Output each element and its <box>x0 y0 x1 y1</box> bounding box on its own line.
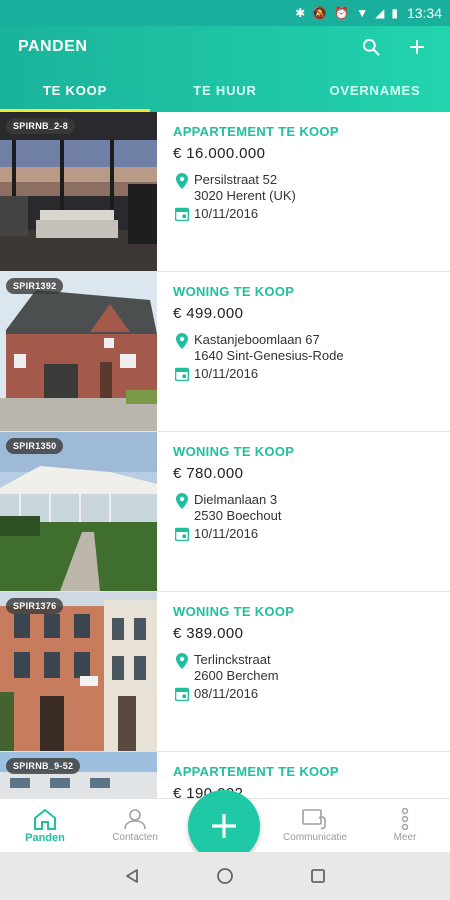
modern-villa-image <box>0 432 157 591</box>
brick-house-image <box>0 272 157 431</box>
town-house-image <box>0 592 157 751</box>
calendar-icon <box>173 526 191 541</box>
listing-photo: SPIR1376 <box>0 592 157 751</box>
search-icon <box>362 38 380 56</box>
listing-info: WONING TE KOOP € 389.000 Terlinckstraat 2… <box>157 592 450 751</box>
listing-date: 10/11/2016 <box>194 526 259 541</box>
back-icon <box>126 869 138 883</box>
listing-card[interactable]: SPIR1350 WONING TE KOOP € 780.000 Dielma… <box>0 432 450 592</box>
listing-code: SPIRNB_9-52 <box>6 758 81 774</box>
listing-date: 10/11/2016 <box>194 366 259 381</box>
tab-te-huur[interactable]: TE HUUR <box>150 68 300 112</box>
nav-label: Panden <box>25 831 65 844</box>
calendar-icon <box>173 366 191 381</box>
listing-photo: SPIR1392 <box>0 272 157 431</box>
tab-bar: TE KOOP TE HUUR OVERNAMES <box>0 68 450 112</box>
listing-info: APPARTEMENT TE KOOP € 16.000.000 Persils… <box>157 112 450 271</box>
tab-overnames[interactable]: OVERNAMES <box>300 68 450 112</box>
status-time: 13:34 <box>406 5 442 21</box>
page-title: PANDEN <box>18 38 88 55</box>
listing-code: SPIR1376 <box>6 598 64 614</box>
back-button[interactable] <box>124 868 140 884</box>
status-bar: ✱ 🔕 ⏰ ▼ ◢ ▮ 13:34 <box>0 0 450 26</box>
nav-label: Communicatie <box>283 832 347 843</box>
listing-type: WONING TE KOOP <box>173 284 295 299</box>
listing-code: SPIR1392 <box>6 278 64 294</box>
listing-type: WONING TE KOOP <box>173 444 295 459</box>
app-bar: PANDEN <box>0 26 450 68</box>
listing-info: WONING TE KOOP € 499.000 Kastanjeboomlaa… <box>157 272 450 431</box>
listing-code: SPIRNB_2-8 <box>6 118 76 134</box>
search-button[interactable] <box>356 32 386 62</box>
alarm-icon: ⏰ <box>334 6 350 20</box>
bluetooth-icon: ✱ <box>295 6 306 20</box>
home-circle-icon <box>217 868 233 884</box>
plus-icon <box>410 40 424 54</box>
listing-date: 10/11/2016 <box>194 206 259 221</box>
listing-date-row: 10/11/2016 <box>173 526 434 542</box>
communication-icon <box>302 809 326 830</box>
listing-price: € 389.000 <box>173 625 244 642</box>
listing-date-row: 08/11/2016 <box>173 686 434 702</box>
listing-price: € 780.000 <box>173 465 244 482</box>
listing-type: APPARTEMENT TE KOOP <box>173 764 339 779</box>
home-button[interactable] <box>216 867 234 885</box>
listing-date-row: 10/11/2016 <box>173 366 434 382</box>
calendar-icon <box>173 686 191 701</box>
listing-address: Terlinckstraat 2600 Berchem <box>173 652 434 684</box>
system-navigation <box>0 852 450 900</box>
listing-info: APPARTEMENT TE KOOP € 190.002 <box>157 752 450 798</box>
listing-photo: SPIRNB_2-8 <box>0 112 157 271</box>
listing-info: WONING TE KOOP € 780.000 Dielmanlaan 3 25… <box>157 432 450 591</box>
listing-photo: SPIR1350 <box>0 432 157 591</box>
listing-type: APPARTEMENT TE KOOP <box>173 124 339 139</box>
location-pin-icon <box>173 172 191 189</box>
listing-card[interactable]: SPIR1392 WONING TE KOOP € 499.000 Kastan… <box>0 272 450 432</box>
nav-panden[interactable]: Panden <box>0 799 90 852</box>
signal-icon: ◢ <box>375 6 385 20</box>
nav-communicatie[interactable]: Communicatie <box>270 799 360 852</box>
listing-price: € 16.000.000 <box>173 145 266 162</box>
listing-city: 3020 Herent (UK) <box>194 188 296 203</box>
listing-code: SPIR1350 <box>6 438 64 454</box>
nav-label: Meer <box>393 832 417 843</box>
listing-street: Dielmanlaan 3 <box>194 492 278 507</box>
living-room-image <box>0 112 157 271</box>
listing-card[interactable]: SPIR1376 WONING TE KOOP € 389.000 Terlin… <box>0 592 450 752</box>
add-icon <box>212 814 236 838</box>
mute-icon: 🔕 <box>312 6 328 20</box>
wifi-icon: ▼ <box>356 6 369 20</box>
listing-price: € 499.000 <box>173 305 244 322</box>
listing-address: Persilstraat 52 3020 Herent (UK) <box>173 172 434 204</box>
listing-address: Kastanjeboomlaan 67 1640 Sint-Genesius-Ro… <box>173 332 434 364</box>
listing-card[interactable]: SPIRNB_2-8 APPARTEMENT TE KOOP € 16.000.… <box>0 112 450 272</box>
listing-date: 08/11/2016 <box>194 686 259 701</box>
calendar-icon <box>173 206 191 221</box>
listing-city: 1640 Sint-Genesius-Rode <box>194 348 344 363</box>
listing-list[interactable]: SPIRNB_2-8 APPARTEMENT TE KOOP € 16.000.… <box>0 112 450 798</box>
listing-city: 2600 Berchem <box>194 668 279 683</box>
nav-meer[interactable]: Meer <box>360 799 450 852</box>
add-button[interactable] <box>402 32 432 62</box>
listing-street: Terlinckstraat <box>194 652 271 667</box>
listing-type: WONING TE KOOP <box>173 604 295 619</box>
recents-button[interactable] <box>310 868 326 884</box>
home-icon <box>34 808 56 830</box>
person-icon <box>124 809 146 830</box>
location-pin-icon <box>173 492 191 509</box>
recents-icon <box>311 869 325 883</box>
listing-city: 2530 Boechout <box>194 508 282 523</box>
listing-address: Dielmanlaan 3 2530 Boechout <box>173 492 434 524</box>
location-pin-icon <box>173 332 191 349</box>
location-pin-icon <box>173 652 191 669</box>
listing-date-row: 10/11/2016 <box>173 206 434 222</box>
nav-label: Contacten <box>112 832 158 843</box>
battery-icon: ▮ <box>391 6 398 20</box>
listing-street: Persilstraat 52 <box>194 172 278 187</box>
listing-photo: SPIRNB_9-52 <box>0 752 157 798</box>
listing-street: Kastanjeboomlaan 67 <box>194 332 320 347</box>
more-vertical-icon <box>401 808 409 830</box>
nav-contacten[interactable]: Contacten <box>90 799 180 852</box>
tab-te-koop[interactable]: TE KOOP <box>0 68 150 112</box>
